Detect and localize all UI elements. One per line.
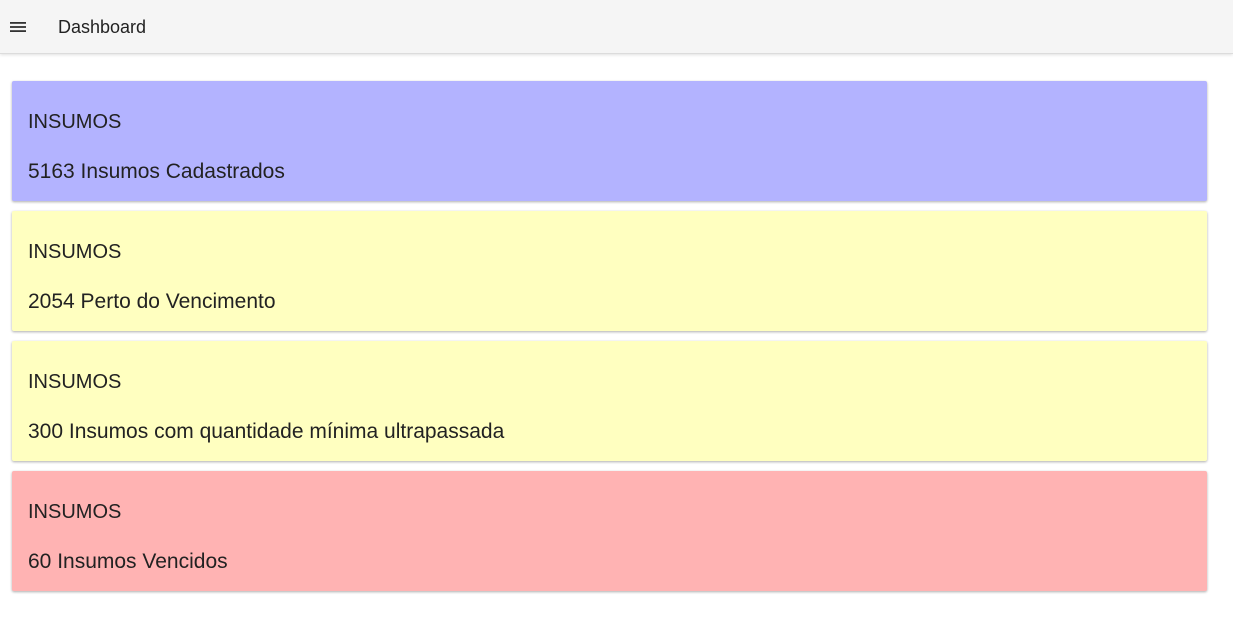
page-title: Dashboard — [58, 17, 147, 37]
card-insumos-vencidos[interactable]: INSUMOS 60 Insumos Vencidos — [12, 471, 1207, 591]
card-heading: INSUMOS — [28, 501, 122, 523]
card-text: 2054 Perto do Vencimento — [28, 290, 276, 313]
top-app-bar: Dashboard — [0, 0, 1233, 54]
card-heading: INSUMOS — [28, 241, 122, 263]
card-text: 300 Insumos com quantidade mínima ultrap… — [28, 420, 505, 443]
card-heading: INSUMOS — [28, 111, 122, 133]
card-text: 5163 Insumos Cadastrados — [28, 160, 285, 183]
card-perto-do-vencimento[interactable]: INSUMOS 2054 Perto do Vencimento — [12, 211, 1207, 331]
card-text: 60 Insumos Vencidos — [28, 550, 228, 573]
dashboard-cards: INSUMOS 5163 Insumos Cadastrados INSUMOS… — [12, 81, 1207, 601]
card-quantidade-minima[interactable]: INSUMOS 300 Insumos com quantidade mínim… — [12, 341, 1207, 461]
menu-button[interactable] — [6, 15, 30, 39]
card-insumos-cadastrados[interactable]: INSUMOS 5163 Insumos Cadastrados — [12, 81, 1207, 201]
card-heading: INSUMOS — [28, 371, 122, 393]
hamburger-menu-icon — [6, 15, 30, 39]
